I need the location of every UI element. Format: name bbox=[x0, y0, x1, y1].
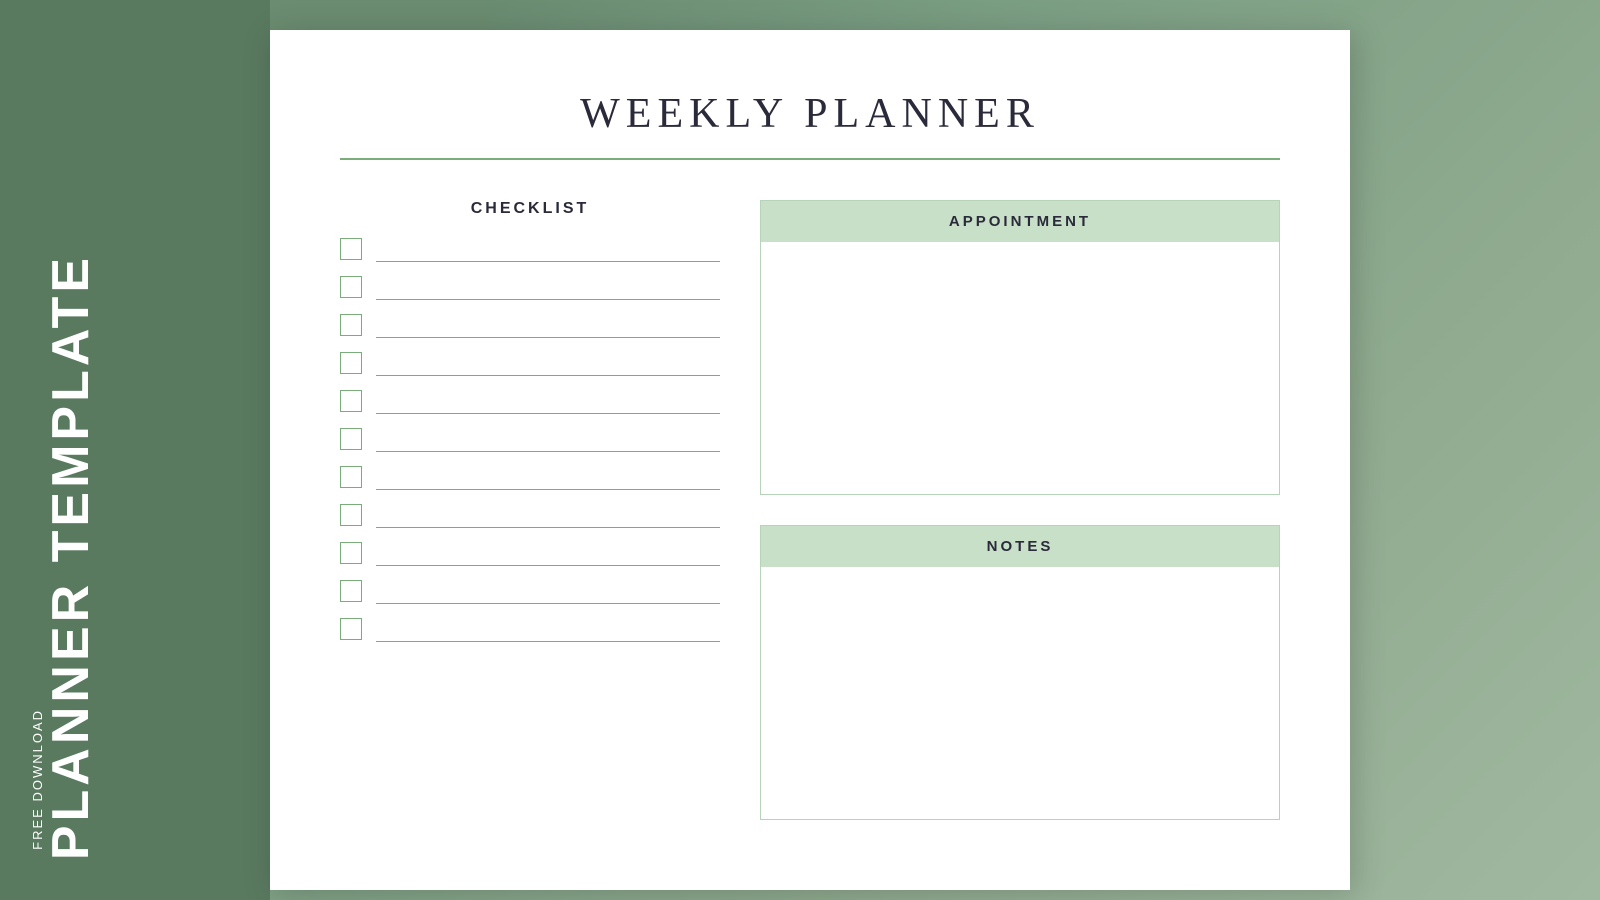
checklist-item bbox=[340, 238, 720, 262]
checklist-line bbox=[376, 354, 720, 376]
paper: WEEKLY PLANNER CHECKLIST bbox=[270, 30, 1350, 890]
checklist-item bbox=[340, 580, 720, 604]
checkbox[interactable] bbox=[340, 238, 362, 260]
content-row: CHECKLIST bbox=[340, 200, 1280, 820]
checkbox[interactable] bbox=[340, 428, 362, 450]
checklist-item bbox=[340, 428, 720, 452]
checkbox[interactable] bbox=[340, 542, 362, 564]
page-title: WEEKLY PLANNER bbox=[340, 90, 1280, 138]
checklist-line bbox=[376, 240, 720, 262]
checklist-column: CHECKLIST bbox=[340, 200, 720, 820]
checkbox[interactable] bbox=[340, 390, 362, 412]
checklist-item bbox=[340, 542, 720, 566]
checklist-item bbox=[340, 618, 720, 642]
checklist-item bbox=[340, 504, 720, 528]
checklist-line bbox=[376, 278, 720, 300]
sidebar: FREE DOWNLOAD PLANNER TEMPLATE bbox=[0, 0, 270, 900]
checklist-line bbox=[376, 468, 720, 490]
checklist-line bbox=[376, 582, 720, 604]
checkbox[interactable] bbox=[340, 580, 362, 602]
checkbox[interactable] bbox=[340, 466, 362, 488]
checklist-item bbox=[340, 352, 720, 376]
checklist-line bbox=[376, 544, 720, 566]
checklist-item bbox=[340, 314, 720, 338]
right-column: APPOINTMENT NOTES bbox=[760, 200, 1280, 820]
checklist-line bbox=[376, 392, 720, 414]
appointment-body[interactable] bbox=[761, 242, 1279, 494]
checklist-line bbox=[376, 620, 720, 642]
sidebar-text-container: FREE DOWNLOAD PLANNER TEMPLATE bbox=[30, 254, 97, 860]
appointment-header: APPOINTMENT bbox=[761, 201, 1279, 242]
checkbox[interactable] bbox=[340, 276, 362, 298]
checklist-items bbox=[340, 238, 720, 656]
checklist-item bbox=[340, 390, 720, 414]
checklist-item bbox=[340, 466, 720, 490]
checkbox[interactable] bbox=[340, 314, 362, 336]
checkbox[interactable] bbox=[340, 618, 362, 640]
notes-box: NOTES bbox=[760, 525, 1280, 820]
checklist-line bbox=[376, 506, 720, 528]
paper-tab bbox=[270, 0, 490, 32]
appointment-box: APPOINTMENT bbox=[760, 200, 1280, 495]
title-divider bbox=[340, 158, 1280, 160]
checklist-item bbox=[340, 276, 720, 300]
checklist-line bbox=[376, 430, 720, 452]
checklist-line bbox=[376, 316, 720, 338]
notes-header: NOTES bbox=[761, 526, 1279, 567]
checklist-title: CHECKLIST bbox=[471, 200, 590, 218]
notes-body[interactable] bbox=[761, 567, 1279, 819]
checkbox[interactable] bbox=[340, 352, 362, 374]
checkbox[interactable] bbox=[340, 504, 362, 526]
sidebar-main-label: PLANNER TEMPLATE bbox=[45, 254, 97, 860]
